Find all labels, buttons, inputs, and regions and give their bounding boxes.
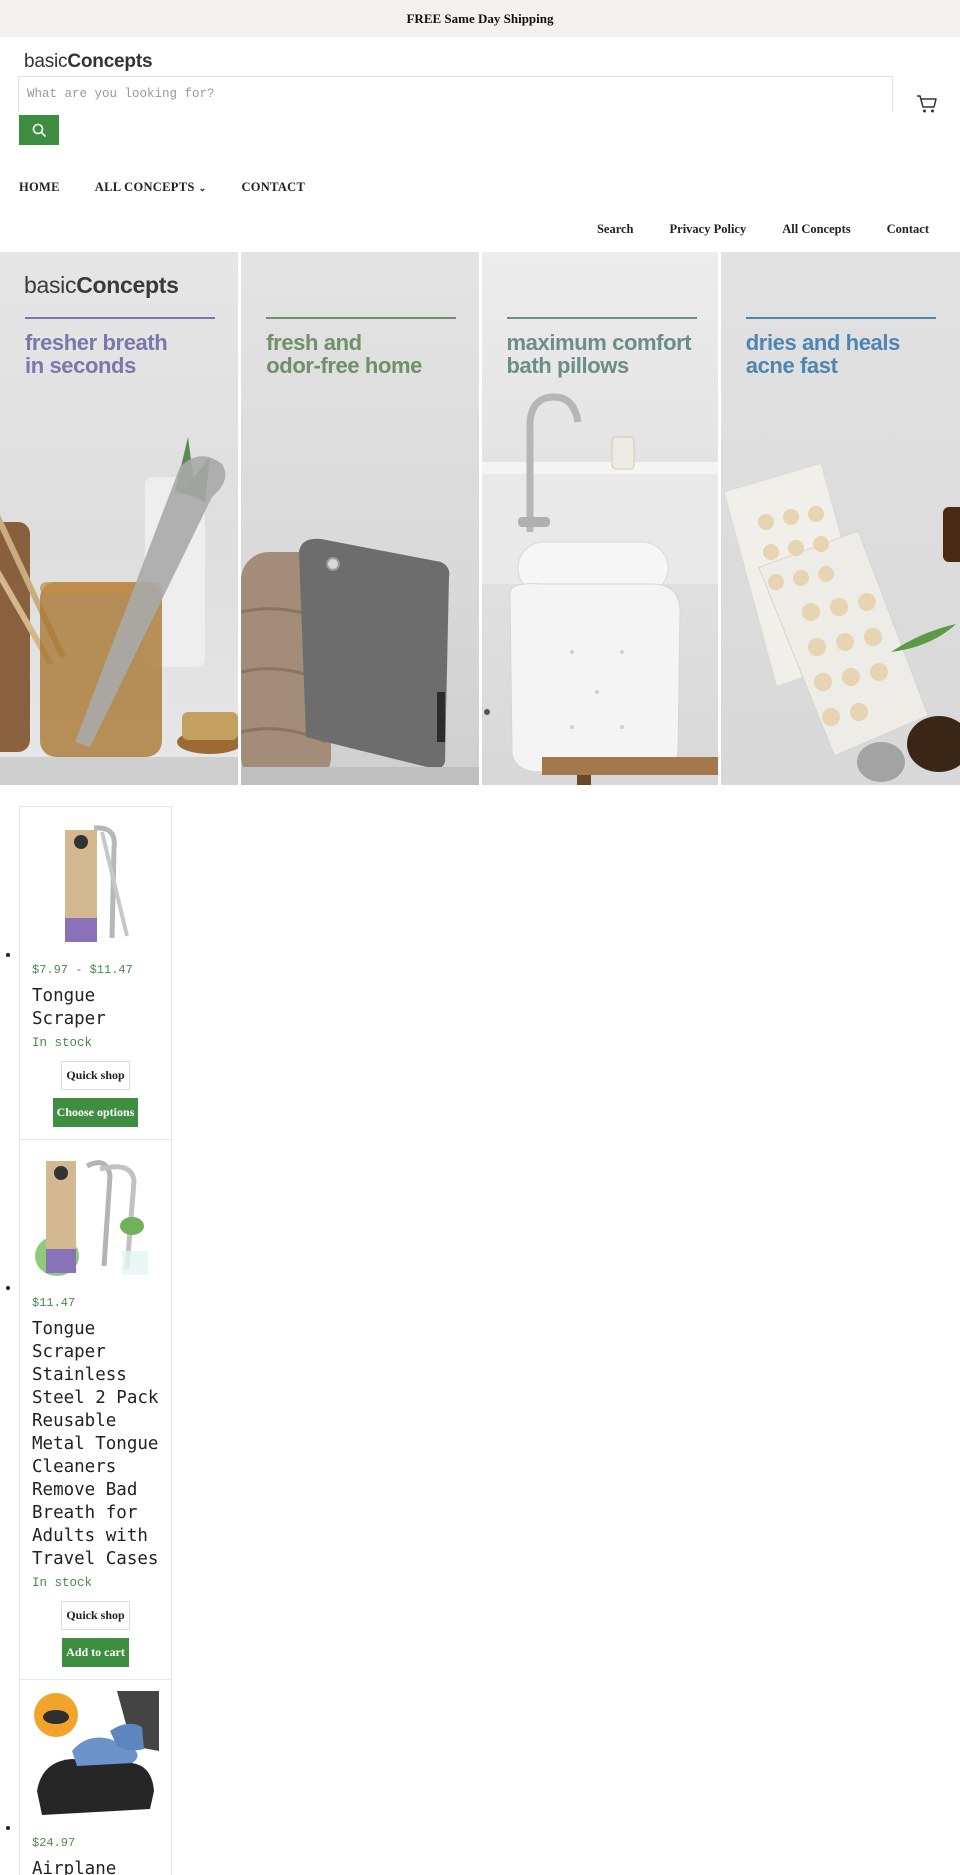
hero-rule [506, 317, 697, 319]
quick-shop-button[interactable]: Quick shop [61, 1601, 130, 1630]
nav-item-contact[interactable]: CONTACT [241, 180, 305, 195]
hero-tagline: dries and heals acne fast [746, 331, 951, 377]
hero-panel-acne: dries and heals acne fast [720, 252, 960, 785]
add-to-cart-button[interactable]: Add to cart [62, 1638, 129, 1667]
logo-text-bold: Concepts [67, 51, 153, 72]
secondary-nav-search[interactable]: Search [597, 222, 634, 237]
product-price: $11.47 [32, 1296, 76, 1310]
search-input[interactable] [19, 77, 892, 111]
product-card[interactable]: $24.97 Airplane [6, 1680, 172, 1875]
product-image[interactable] [32, 1691, 159, 1822]
product-title[interactable]: Tongue Scraper [32, 985, 159, 1031]
secondary-nav-all-concepts[interactable]: All Concepts [782, 222, 850, 237]
nav-item-label: CONTACT [241, 180, 306, 194]
search-field[interactable] [18, 76, 893, 112]
product-list: $7.97 - $11.47 Tongue Scraper In stock Q… [6, 806, 172, 1875]
list-bullet [6, 953, 10, 957]
logo-text-light: basic [24, 51, 68, 72]
nav-item-all-concepts[interactable]: ALL CONCEPTS ⌄ [95, 180, 207, 195]
hero-tagline-line: dries and heals [745, 330, 901, 355]
hero-tagline-line: bath pillows [506, 353, 630, 378]
secondary-nav: Search Privacy Policy All Concepts Conta… [561, 222, 929, 237]
secondary-nav-contact[interactable]: Contact [887, 222, 929, 237]
product-title[interactable]: Airplane [32, 1858, 159, 1875]
hero-rule-overlay [25, 317, 215, 319]
tongue-scraper-cup-image [0, 437, 239, 785]
stock-status: In stock [32, 1576, 93, 1590]
hero-tagline-line: maximum comfort [506, 330, 692, 355]
hero-tagline-line: acne fast [745, 353, 838, 378]
cart-icon [917, 95, 937, 113]
hero-tagline-line: odor-free home [266, 353, 422, 378]
hero-panel-breath: basicConcepts fresher breath in seconds [0, 252, 239, 785]
announcement-text: FREE Same Day Shipping [406, 10, 554, 26]
hero-tagline: maximum comfort bath pillows [507, 331, 712, 377]
product-card[interactable]: $11.47 Tongue Scraper Stainless Steel 2 … [6, 1140, 172, 1680]
hero-banner[interactable]: basicConcepts fresher breath in seconds [0, 252, 960, 785]
product-title[interactable]: Tongue Scraper Stainless Steel 2 Pack Re… [32, 1318, 159, 1571]
list-bullet [6, 1826, 10, 1830]
hero-tagline-line: fresh and [266, 330, 362, 355]
hero-tagline: fresh and odor-free home [266, 331, 471, 377]
nav-item-home[interactable]: HOME [19, 180, 60, 195]
chevron-down-icon: ⌄ [198, 183, 207, 193]
nav-item-label: HOME [19, 180, 60, 194]
hero-panel-odor: fresh and odor-free home [241, 252, 479, 785]
site-logo[interactable]: basicConcepts [24, 51, 153, 73]
list-bullet [6, 1286, 10, 1290]
product-price: $24.97 [32, 1836, 76, 1850]
product-actions: Quick shop Add to cart [32, 1601, 159, 1667]
product-price: $7.97 - $11.47 [32, 963, 133, 977]
quick-shop-button[interactable]: Quick shop [61, 1061, 130, 1090]
product-card[interactable]: $7.97 - $11.47 Tongue Scraper In stock Q… [6, 806, 172, 1140]
product-image[interactable] [32, 818, 159, 949]
main-nav: HOME ALL CONCEPTS ⌄ CONTACT [19, 180, 340, 195]
cart-button[interactable] [916, 94, 938, 114]
nav-item-label: ALL CONCEPTS [94, 180, 195, 194]
hero-rule [745, 317, 936, 319]
secondary-nav-privacy-policy[interactable]: Privacy Policy [670, 222, 747, 237]
announcement-bar: FREE Same Day Shipping [0, 0, 960, 37]
choose-options-button[interactable]: Choose options [52, 1098, 139, 1127]
hero-rule [266, 317, 457, 319]
hero-panel-pillow: maximum comfort bath pillows [481, 252, 718, 785]
product-image[interactable] [32, 1151, 159, 1282]
search-icon [32, 123, 46, 137]
product-actions: Quick shop Choose options [32, 1061, 159, 1127]
search-button[interactable] [19, 115, 59, 145]
stock-status: In stock [32, 1036, 93, 1050]
